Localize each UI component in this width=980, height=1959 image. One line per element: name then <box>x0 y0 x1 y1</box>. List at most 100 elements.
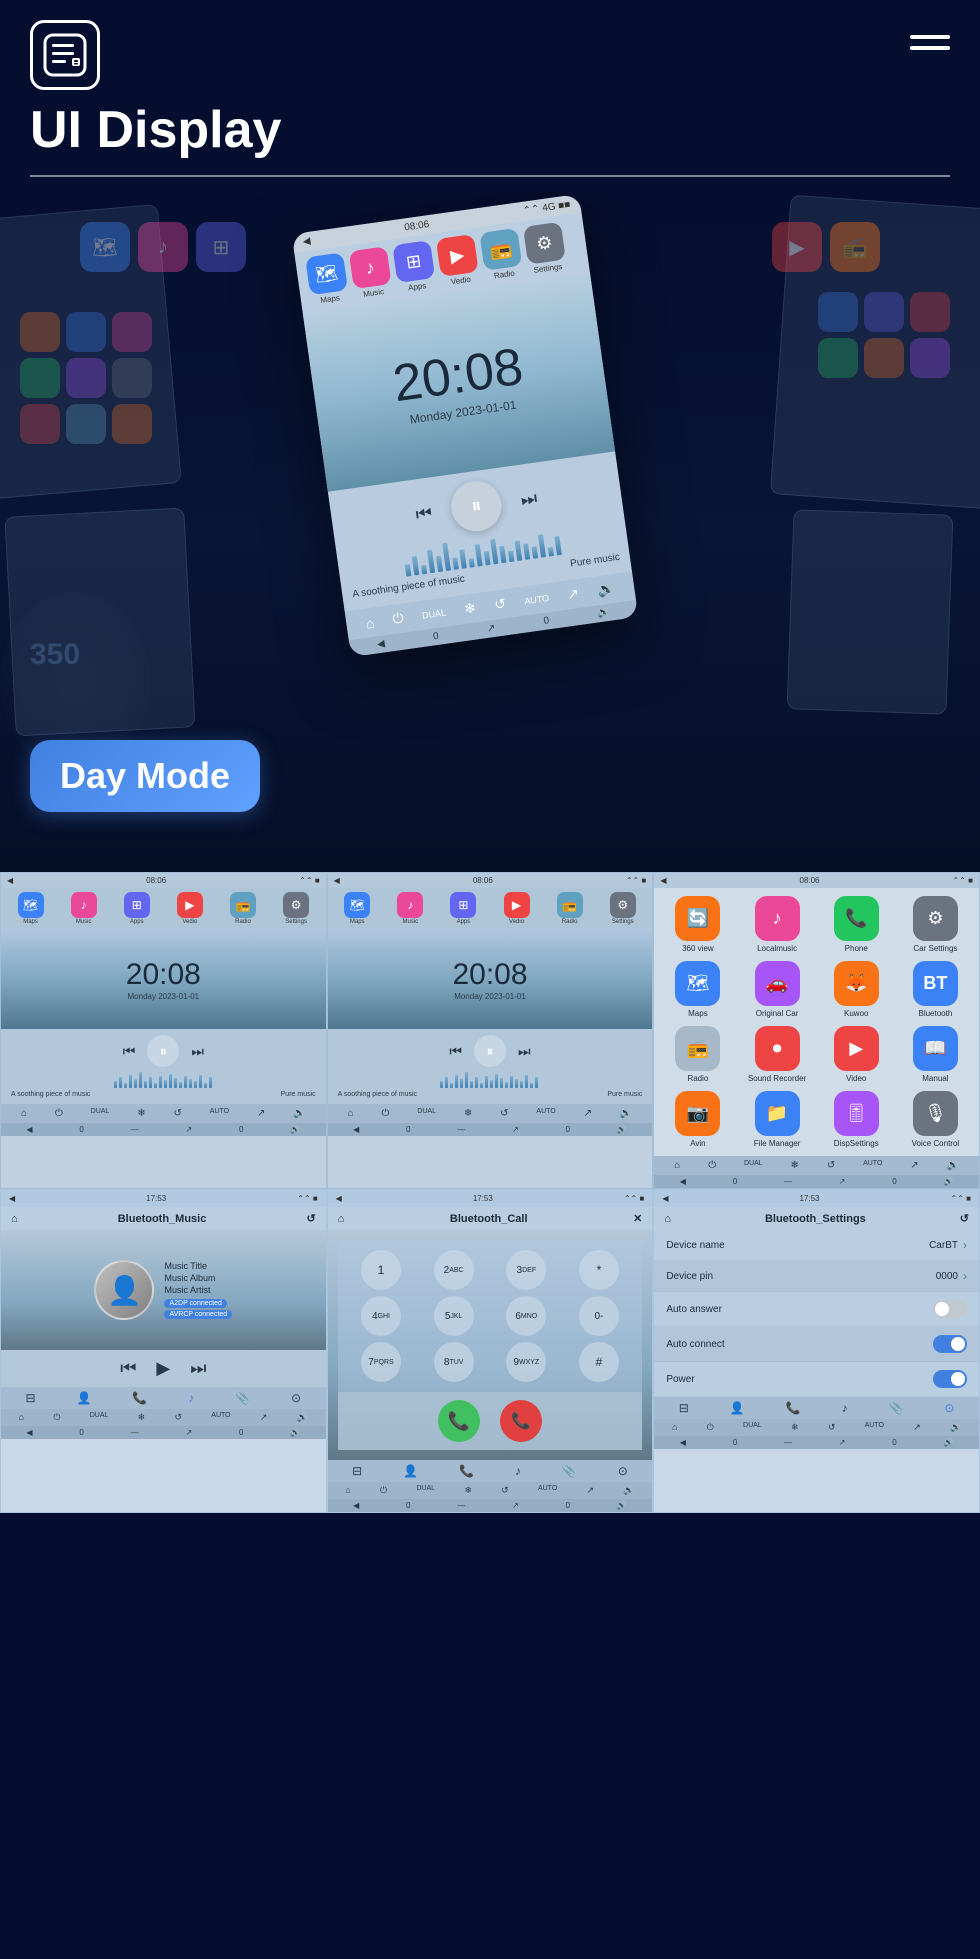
bt-nav-user[interactable]: 👤 <box>76 1391 91 1405</box>
app-originalcar[interactable]: 🚗 Original Car <box>741 961 812 1018</box>
play-pause-button[interactable]: ⏸ <box>448 478 504 534</box>
bt-nav-clip[interactable]: 📎 <box>235 1391 250 1405</box>
maps-app[interactable]: 🗺 Maps <box>305 252 349 306</box>
app-carsettings[interactable]: ⚙ Car Settings <box>900 896 971 953</box>
bt-nav-grid-3[interactable]: ⊟ <box>679 1401 689 1415</box>
setting-auto-connect[interactable]: Auto connect <box>654 1327 979 1362</box>
mini-video-2[interactable]: ▶ Vedio <box>491 892 542 925</box>
hamburger-menu-icon[interactable] <box>910 20 950 50</box>
bt-close-icon[interactable]: ✕ <box>633 1212 642 1225</box>
app-360view[interactable]: 🔄 360 view <box>662 896 733 953</box>
bt-prev[interactable]: ⏮ <box>120 1358 136 1379</box>
mini-power-2[interactable]: ⏻ <box>382 1108 390 1119</box>
mini-apps-1[interactable]: ⊞ Apps <box>111 892 162 925</box>
mini-settings-2[interactable]: ⚙ Settings <box>597 892 648 925</box>
bt-nav-user-3[interactable]: 👤 <box>730 1401 745 1415</box>
mini-prev-1[interactable]: ⏮ <box>123 1043 136 1060</box>
mini-home-1[interactable]: ⌂ <box>21 1108 27 1119</box>
bt-nav-user-2[interactable]: 👤 <box>403 1464 418 1478</box>
mini-home-3[interactable]: ⌂ <box>674 1160 680 1171</box>
app-bluetooth[interactable]: BT Bluetooth <box>900 961 971 1018</box>
mini-music-2[interactable]: ♪ Music <box>385 892 436 925</box>
bt-nav-grid[interactable]: ⊟ <box>25 1391 35 1405</box>
app-voicecontrol[interactable]: 🎙 Voice Control <box>900 1091 971 1148</box>
setting-device-name[interactable]: Device name CarBT › <box>654 1230 979 1261</box>
dial-hash[interactable]: # <box>579 1342 619 1382</box>
dial-7[interactable]: 7PQRS <box>361 1342 401 1382</box>
app-video[interactable]: ▶ Video <box>821 1026 892 1083</box>
bt-play[interactable]: ▶ <box>156 1358 170 1379</box>
dial-4[interactable]: 4GHI <box>361 1296 401 1336</box>
setting-device-pin[interactable]: Device pin 0000 › <box>654 1261 979 1292</box>
bt-nav-circle-2[interactable]: ⊙ <box>618 1464 628 1478</box>
bt-home-icon-2[interactable]: ⌂ <box>338 1213 345 1225</box>
mini-next-2[interactable]: ⏭ <box>518 1043 531 1060</box>
mini-prev-2[interactable]: ⏮ <box>449 1043 462 1060</box>
radio-app[interactable]: 📻 Radio <box>479 228 523 282</box>
mini-maps-1[interactable]: 🗺 Maps <box>5 892 56 925</box>
mini-radio-2[interactable]: 📻 Radio <box>544 892 595 925</box>
app-dispsettings[interactable]: 🎚 DispSettings <box>821 1091 892 1148</box>
bt-next[interactable]: ⏭ <box>190 1358 206 1379</box>
mini-video-1[interactable]: ▶ Vedio <box>164 892 215 925</box>
mini-power-1[interactable]: ⏻ <box>55 1108 63 1119</box>
bt-nav-grid-2[interactable]: ⊟ <box>352 1464 362 1478</box>
dial-3[interactable]: 3DEF <box>506 1250 546 1290</box>
home-icon[interactable]: ⌂ <box>365 614 376 631</box>
dial-6[interactable]: 6MNO <box>506 1296 546 1336</box>
dial-star[interactable]: * <box>579 1250 619 1290</box>
settings-app[interactable]: ⚙ Settings <box>523 222 567 276</box>
toggle-auto-answer[interactable] <box>933 1300 967 1318</box>
app-kuwoo[interactable]: 🦊 Kuwoo <box>821 961 892 1018</box>
bt-nav-circle-3[interactable]: ⊙ <box>944 1401 954 1415</box>
call-accept-button[interactable]: 📞 <box>438 1400 480 1442</box>
video-app[interactable]: ▶ Vedio <box>436 234 480 288</box>
app-avin[interactable]: 📷 Avin <box>662 1091 733 1148</box>
bt-nav-clip-3[interactable]: 📎 <box>889 1401 904 1415</box>
dial-zero-dash[interactable]: 0- <box>579 1296 619 1336</box>
bt-refresh-icon[interactable]: ↺ <box>306 1212 315 1225</box>
bt-home-icon[interactable]: ⌂ <box>11 1213 18 1225</box>
mini-apps-2[interactable]: ⊞ Apps <box>438 892 489 925</box>
mini-settings-1[interactable]: ⚙ Settings <box>271 892 322 925</box>
mini-radio-1[interactable]: 📻 Radio <box>217 892 268 925</box>
dial-8[interactable]: 8TUV <box>434 1342 474 1382</box>
apps-app[interactable]: ⊞ Apps <box>392 240 436 294</box>
app-phone[interactable]: 📞 Phone <box>821 896 892 953</box>
music-app[interactable]: ♪ Music <box>349 246 393 300</box>
app-radio[interactable]: 📻 Radio <box>662 1026 733 1083</box>
setting-power[interactable]: Power <box>654 1362 979 1397</box>
bt-nav-phone[interactable]: 📞 <box>132 1391 147 1405</box>
bt-nav-circle[interactable]: ⊙ <box>291 1391 301 1405</box>
toggle-power[interactable] <box>933 1370 967 1388</box>
app-maps[interactable]: 🗺 Maps <box>662 961 733 1018</box>
mini-play-2[interactable]: ⏸ <box>474 1035 506 1067</box>
bt-nav-clip-2[interactable]: 📎 <box>562 1464 577 1478</box>
bt-nav-phone-2[interactable]: 📞 <box>459 1464 474 1478</box>
bt-nav-music-2[interactable]: ♪ <box>515 1464 521 1478</box>
mini-maps-2[interactable]: 🗺 Maps <box>332 892 383 925</box>
dial-2[interactable]: 2ABC <box>434 1250 474 1290</box>
dial-9[interactable]: 9WXYZ <box>506 1342 546 1382</box>
setting-auto-answer[interactable]: Auto answer <box>654 1292 979 1327</box>
mini-music-1[interactable]: ♪ Music <box>58 892 109 925</box>
app-localmusic[interactable]: ♪ Localmusic <box>741 896 812 953</box>
bt-nav-music-3[interactable]: ♪ <box>842 1401 848 1415</box>
mini-home-2[interactable]: ⌂ <box>348 1108 354 1119</box>
bt-nav-music[interactable]: ♪ <box>188 1391 194 1405</box>
power-icon[interactable]: ⏻ <box>391 609 404 627</box>
app-manual[interactable]: 📖 Manual <box>900 1026 971 1083</box>
mini-play-1[interactable]: ⏸ <box>147 1035 179 1067</box>
next-icon[interactable]: ⏭ <box>519 487 538 510</box>
prev-icon[interactable]: ⏮ <box>414 502 433 525</box>
app-filemanager[interactable]: 📁 File Manager <box>741 1091 812 1148</box>
app-soundrecorder[interactable]: ⏺ Sound Recorder <box>741 1026 812 1083</box>
toggle-auto-connect[interactable] <box>933 1335 967 1353</box>
dial-5[interactable]: 5JKL <box>434 1296 474 1336</box>
mini-power-3[interactable]: ⏻ <box>708 1160 716 1171</box>
mini-next-1[interactable]: ⏭ <box>191 1043 204 1060</box>
dial-1[interactable]: 1 <box>361 1250 401 1290</box>
bt-home-icon-3[interactable]: ⌂ <box>664 1213 671 1225</box>
bt-nav-phone-3[interactable]: 📞 <box>786 1401 801 1415</box>
volume-icon[interactable]: 🔊 <box>596 580 616 599</box>
